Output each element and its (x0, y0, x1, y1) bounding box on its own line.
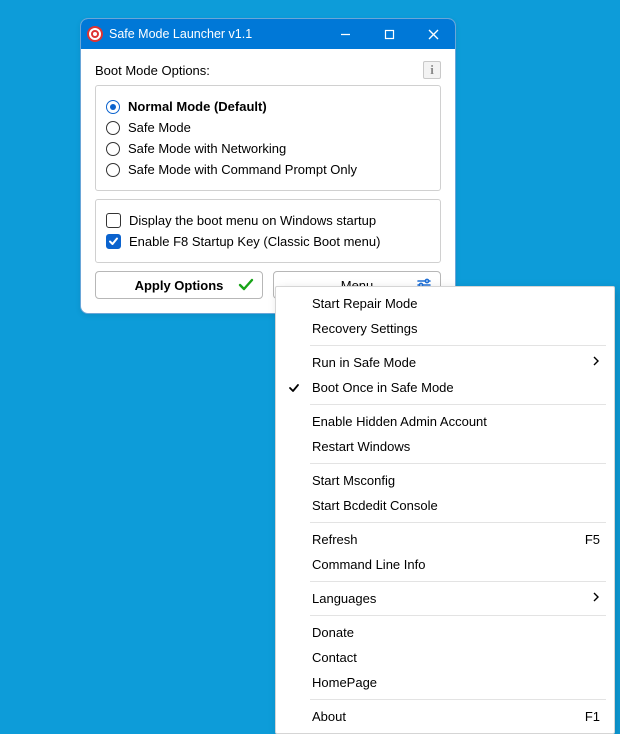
menu-item[interactable]: RefreshF5 (276, 527, 614, 552)
menu-item[interactable]: Start Repair Mode (276, 291, 614, 316)
titlebar[interactable]: Safe Mode Launcher v1.1 (81, 19, 455, 49)
close-button[interactable] (411, 19, 455, 49)
menu-item-label: Restart Windows (312, 439, 600, 454)
checkbox-icon (106, 213, 121, 228)
section-header: Boot Mode Options: i (95, 59, 441, 85)
checkbox-label: Display the boot menu on Windows startup (129, 213, 376, 228)
menu-item-label: Boot Once in Safe Mode (312, 380, 600, 395)
minimize-button[interactable] (323, 19, 367, 49)
menu-separator (310, 345, 606, 346)
menu-separator (310, 463, 606, 464)
menu-check-slot (286, 382, 302, 394)
menu-item[interactable]: Command Line Info (276, 552, 614, 577)
menu-item-accel: F5 (585, 532, 600, 547)
window-title: Safe Mode Launcher v1.1 (109, 27, 323, 41)
menu-item-accel: F1 (585, 709, 600, 724)
menu-item[interactable]: Contact (276, 645, 614, 670)
radio-option[interactable]: Safe Mode (106, 117, 430, 138)
menu-item-label: About (312, 709, 585, 724)
maximize-button[interactable] (367, 19, 411, 49)
window-controls (323, 19, 455, 49)
radio-option[interactable]: Normal Mode (Default) (106, 96, 430, 117)
client-area: Boot Mode Options: i Normal Mode (Defaul… (81, 49, 455, 313)
menu-item-label: Recovery Settings (312, 321, 600, 336)
menu-item[interactable]: HomePage (276, 670, 614, 695)
menu-item-label: Start Repair Mode (312, 296, 600, 311)
radio-option[interactable]: Safe Mode with Networking (106, 138, 430, 159)
menu-item[interactable]: Start Bcdedit Console (276, 493, 614, 518)
radio-label: Safe Mode with Command Prompt Only (128, 162, 357, 177)
radio-option[interactable]: Safe Mode with Command Prompt Only (106, 159, 430, 180)
chevron-right-icon (592, 592, 600, 605)
checkbox-group: Display the boot menu on Windows startup… (95, 199, 441, 263)
main-window: Safe Mode Launcher v1.1 Boot Mode Option… (80, 18, 456, 314)
section-heading: Boot Mode Options: (95, 63, 423, 78)
menu-item-label: Donate (312, 625, 600, 640)
menu-item[interactable]: Donate (276, 620, 614, 645)
check-icon (238, 277, 254, 293)
menu-item[interactable]: Run in Safe Mode (276, 350, 614, 375)
context-menu: Start Repair Mode Recovery Settings Run in… (275, 286, 615, 734)
checkbox-option[interactable]: Display the boot menu on Windows startup (106, 210, 430, 231)
app-icon (87, 26, 103, 42)
info-icon[interactable]: i (423, 61, 441, 79)
menu-separator (310, 404, 606, 405)
menu-item[interactable]: AboutF1 (276, 704, 614, 729)
menu-separator (310, 522, 606, 523)
menu-item[interactable]: Enable Hidden Admin Account (276, 409, 614, 434)
radio-icon (106, 142, 120, 156)
checkbox-icon (106, 234, 121, 249)
menu-item[interactable]: Start Msconfig (276, 468, 614, 493)
menu-item-label: Start Msconfig (312, 473, 600, 488)
menu-item-label: Languages (312, 591, 592, 606)
menu-item-label: Enable Hidden Admin Account (312, 414, 600, 429)
menu-item[interactable]: Recovery Settings (276, 316, 614, 341)
radio-label: Safe Mode with Networking (128, 141, 286, 156)
radio-group: Normal Mode (Default) Safe Mode Safe Mode … (95, 85, 441, 191)
menu-item-label: Command Line Info (312, 557, 600, 572)
apply-button[interactable]: Apply Options (95, 271, 263, 299)
radio-icon (106, 100, 120, 114)
chevron-right-icon (592, 356, 600, 369)
menu-item-label: Refresh (312, 532, 585, 547)
radio-icon (106, 163, 120, 177)
radio-label: Normal Mode (Default) (128, 99, 267, 114)
checkbox-label: Enable F8 Startup Key (Classic Boot menu… (129, 234, 380, 249)
menu-item-label: HomePage (312, 675, 600, 690)
menu-item[interactable]: Restart Windows (276, 434, 614, 459)
menu-separator (310, 615, 606, 616)
menu-item-label: Run in Safe Mode (312, 355, 592, 370)
radio-icon (106, 121, 120, 135)
menu-item[interactable]: Boot Once in Safe Mode (276, 375, 614, 400)
menu-item[interactable]: Languages (276, 586, 614, 611)
menu-separator (310, 581, 606, 582)
apply-button-label: Apply Options (135, 278, 224, 293)
menu-item-label: Start Bcdedit Console (312, 498, 600, 513)
menu-separator (310, 699, 606, 700)
menu-item-label: Contact (312, 650, 600, 665)
radio-label: Safe Mode (128, 120, 191, 135)
checkbox-option[interactable]: Enable F8 Startup Key (Classic Boot menu… (106, 231, 430, 252)
